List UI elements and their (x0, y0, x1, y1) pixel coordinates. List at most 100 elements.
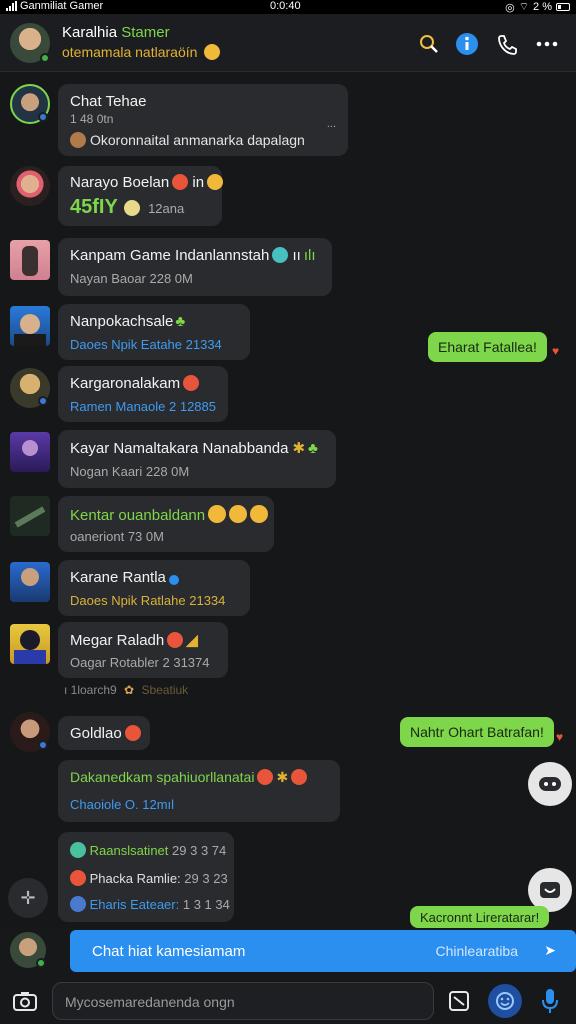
list-item: Phacka Ramlie: 29 3 23 (70, 870, 228, 886)
emoji-icon (124, 200, 141, 216)
message-bubble[interactable]: Raanslsatinet 29 3 3 74 Phacka Ramlie: 2… (58, 832, 234, 922)
message-bubble[interactable]: Kayar Namaltakara Nanabbanda ✱ ♣ Nogan Kaa… (58, 430, 336, 488)
gallery-button[interactable] (448, 990, 470, 1012)
sender-name: Karane Rantla (70, 569, 179, 586)
status-bar: Ganmiliat Gamer 0:0:40 ◎ ⌔ 2 % (0, 0, 576, 14)
globe-emoji-icon (272, 247, 289, 263)
search-icon[interactable] (416, 31, 442, 57)
message-bubble[interactable]: Kargaronalakam Ramen Manaole 2 12885 (58, 366, 228, 422)
sender-name: Kargaronalakam (70, 375, 200, 392)
clock: 0:0:40 (270, 0, 301, 12)
sender-name: Kayar Namaltakara Nanabbanda ✱ ♣ (70, 440, 318, 457)
plant-emoji-icon: ılı (303, 247, 316, 264)
message-input[interactable]: Mycosemaredanenda ongn (52, 982, 434, 1020)
sender-avatar[interactable] (10, 496, 50, 536)
emoji-icon (257, 769, 274, 785)
message-bubble[interactable]: Dakanedkam spahiuorllanatai ✱ Chaoiole O.… (58, 760, 340, 822)
sender-avatar[interactable] (10, 306, 50, 346)
chat-subtitle: otemamala natlaraöín (62, 44, 221, 60)
sticker-button[interactable] (488, 984, 522, 1018)
message-bubble[interactable]: Megar Raladh ◢ Oagar Rotabler 2 31374 (58, 622, 228, 678)
sticker-icon (496, 992, 514, 1010)
date-divider: ı 1loarch9 ✿ Sbeatiuk (64, 683, 189, 697)
emoji-icon (70, 842, 86, 858)
plant-emoji-icon: ♣ (175, 313, 186, 330)
sender-name: Dakanedkam spahiuorllanatai ✱ (70, 769, 308, 786)
outgoing-message[interactable]: Kacronnt Lireratarar! (410, 906, 550, 928)
more-preview-indicator: ... (326, 118, 336, 130)
message-list[interactable]: Chat Tehae 1 48 0tn Okoronnaital anmanar… (0, 72, 576, 928)
message-bubble[interactable]: Narayo Boelan in 45fIY 12ana (58, 166, 224, 226)
message-time: Oagar Rotabler 2 31374 (70, 655, 210, 670)
add-attachment-button[interactable]: ✛ (8, 878, 48, 918)
sender-avatar[interactable] (10, 432, 50, 472)
online-status-icon (40, 53, 50, 63)
outgoing-message[interactable]: Eharat Fatallea! (428, 332, 547, 362)
emoji-icon: ✿ (124, 683, 135, 697)
camera-button[interactable] (12, 990, 38, 1012)
microphone-button[interactable] (540, 988, 560, 1014)
sender-avatar[interactable] (10, 166, 50, 206)
emoji-icon (250, 505, 269, 523)
emoji-icon (208, 505, 227, 523)
emoji-icon (168, 575, 179, 585)
online-status-icon (36, 958, 46, 968)
message-bubble[interactable]: Kanpam Game Indanlannstah ıı ılı Nayan Ba… (58, 238, 332, 296)
microphone-icon (542, 989, 558, 1013)
sender-name: Megar Raladh ◢ (70, 632, 198, 649)
sender-name: Goldlao (70, 725, 141, 742)
reaction-heart-icon[interactable]: ♥ (552, 344, 564, 358)
sender-avatar[interactable] (10, 624, 50, 664)
info-icon[interactable] (454, 31, 480, 57)
message-time: Daoes Npik Ratlahe 21334 (70, 593, 226, 608)
flag-emoji-icon: ◢ (186, 632, 198, 649)
game-controller-icon (539, 777, 561, 791)
sender-name: Kentar ouanbaldann (70, 505, 269, 524)
sender-avatar[interactable] (10, 240, 50, 280)
plant-emoji-icon: ♣ (308, 440, 318, 457)
message-time: 1 48 0tn (70, 112, 114, 126)
emoji-icon (229, 505, 248, 523)
camera-icon (13, 992, 37, 1011)
smiley-icon (540, 882, 560, 898)
sparkle-emoji-icon: ✱ (292, 440, 306, 457)
message-time: Nayan Baoar 228 0M (70, 271, 193, 286)
emoji-icon (172, 174, 189, 190)
wifi-icon: ⌔ (518, 1, 530, 13)
message-text: 45fIY 12ana (70, 196, 185, 218)
sender-avatar[interactable] (10, 712, 50, 752)
reaction-heart-icon[interactable]: ♥ (556, 730, 568, 744)
quick-reply-bar[interactable]: Chat hiat kamesiamam Chinlearatiba ➤ (70, 930, 576, 972)
sender-avatar[interactable] (10, 368, 50, 408)
send-arrow-icon[interactable]: ➤ (544, 942, 556, 959)
list-item: Raanslsatinet 29 3 3 74 (70, 842, 226, 858)
sender-avatar[interactable] (10, 562, 50, 602)
face-emoji-icon (204, 44, 221, 60)
emoji-icon (183, 375, 200, 391)
more-icon[interactable] (534, 31, 560, 57)
message-time: Chaoiole O. 12mıl (70, 797, 175, 812)
message-text: Okoronnaital anmanarka dapalagn (70, 132, 305, 148)
emoji-icon (70, 132, 86, 148)
location-icon: ◎ (505, 1, 515, 14)
list-item: Eharis Eateaer: 1 3 1 34 (70, 896, 230, 912)
game-controller-button[interactable] (528, 762, 572, 806)
phone-icon[interactable] (494, 31, 520, 57)
message-bubble[interactable]: Chat Tehae 1 48 0tn Okoronnaital anmanar… (58, 84, 348, 156)
plus-icon: ✛ (20, 887, 36, 908)
quick-reply-text: Chat hiat kamesiamam (92, 943, 246, 960)
emoji-icon (291, 769, 308, 785)
sender-avatar[interactable] (10, 84, 50, 124)
message-time: Nogan Kaari 228 0M (70, 464, 190, 479)
carrier-label: Ganmiliat Gamer (20, 0, 104, 12)
message-bubble[interactable]: Kentar ouanbaldann oaneriont 73 0M (58, 496, 274, 552)
message-bubble[interactable]: Goldlao (58, 716, 150, 750)
emoji-icon (124, 725, 141, 741)
message-bubble[interactable]: Karane Rantla Daoes Npik Ratlahe 21334 (58, 560, 250, 616)
outgoing-message[interactable]: Nahtr Ohart Batrafan! (400, 717, 554, 747)
chat-title[interactable]: Karalhia Stamer (62, 24, 170, 41)
message-time: Ramen Manaole 2 12885 (70, 399, 216, 414)
message-time: Daoes Npik Eatahe 21334 (70, 337, 222, 352)
message-bubble[interactable]: Nanpokachsale ♣ Daoes Npik Eatahe 21334 (58, 304, 250, 360)
emoji-icon (167, 632, 184, 648)
